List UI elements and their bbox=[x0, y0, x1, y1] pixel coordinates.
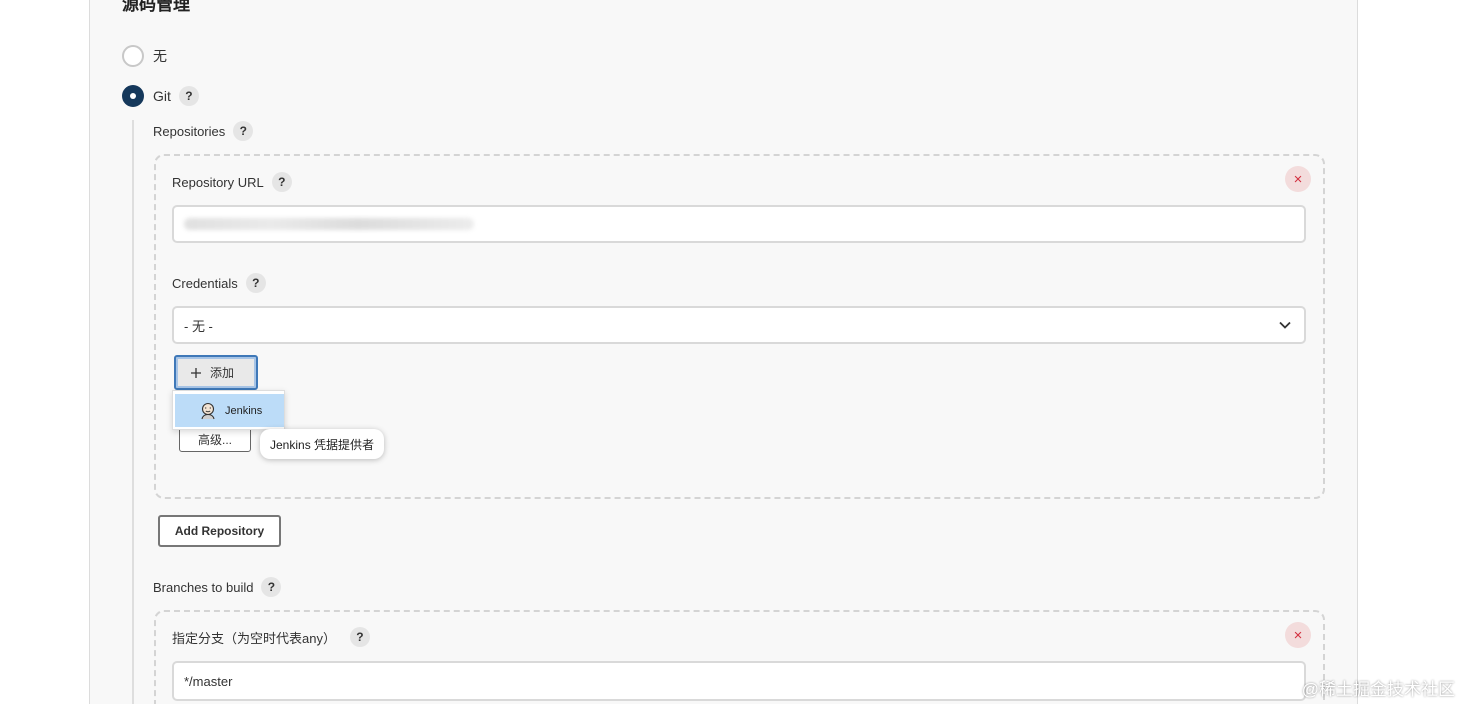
branches-help-icon[interactable]: ? bbox=[261, 577, 282, 597]
chevron-down-icon bbox=[1279, 321, 1291, 329]
add-credentials-dropdown: Jenkins bbox=[172, 390, 285, 430]
repository-url-help-icon[interactable]: ? bbox=[271, 172, 292, 192]
delete-branch-button[interactable]: × bbox=[1285, 622, 1311, 648]
repository-url-label-row: Repository URL ? bbox=[172, 172, 292, 192]
credentials-label-row: Credentials ? bbox=[172, 273, 266, 293]
dropdown-item-jenkins[interactable]: Jenkins bbox=[175, 394, 284, 427]
delete-repository-button[interactable]: × bbox=[1285, 166, 1311, 192]
credentials-select[interactable]: - 无 - bbox=[172, 306, 1306, 344]
scm-option-git-label: Git bbox=[153, 88, 171, 104]
add-repository-button[interactable]: Add Repository bbox=[158, 515, 281, 547]
dropdown-item-jenkins-label: Jenkins bbox=[225, 404, 263, 417]
repository-url-label: Repository URL bbox=[172, 174, 264, 190]
repository-url-input[interactable] bbox=[172, 205, 1306, 243]
scm-option-git[interactable]: Git ? bbox=[122, 85, 199, 107]
tooltip-text: Jenkins 凭据提供者 bbox=[270, 437, 375, 452]
radio-git[interactable] bbox=[122, 85, 144, 107]
branch-specifier-value: */master bbox=[184, 673, 233, 689]
git-help-icon[interactable]: ? bbox=[178, 86, 199, 106]
add-credentials-label: 添加 bbox=[210, 366, 235, 380]
radio-none[interactable] bbox=[122, 45, 144, 67]
credentials-selected-value: - 无 - bbox=[184, 318, 213, 334]
plus-icon bbox=[191, 367, 201, 378]
branch-specifier-input[interactable]: */master bbox=[172, 661, 1306, 701]
redacted-url-blur bbox=[184, 218, 474, 230]
repositories-help-icon[interactable]: ? bbox=[233, 121, 254, 141]
credentials-help-icon[interactable]: ? bbox=[245, 273, 266, 293]
credentials-label: Credentials bbox=[172, 275, 238, 291]
git-section-divider bbox=[132, 120, 134, 704]
branches-label: Branches to build bbox=[153, 579, 254, 595]
repositories-label: Repositories bbox=[153, 123, 226, 139]
watermark: @稀土掘金技术社区 bbox=[1301, 680, 1455, 699]
section-title: 源码管理 bbox=[122, 0, 190, 14]
branch-specifier-label-row: 指定分支（为空时代表any） ? bbox=[172, 627, 370, 647]
branch-specifier-help-icon[interactable]: ? bbox=[349, 627, 370, 647]
branch-specifier-label: 指定分支（为空时代表any） bbox=[172, 630, 336, 646]
branches-label-row: Branches to build ? bbox=[153, 577, 282, 597]
scm-option-none[interactable]: 无 bbox=[122, 45, 167, 67]
scm-option-none-label: 无 bbox=[153, 48, 167, 64]
add-repository-label: Add Repository bbox=[174, 524, 265, 538]
credentials-provider-tooltip: Jenkins 凭据提供者 bbox=[260, 429, 385, 459]
jenkins-icon bbox=[201, 402, 215, 419]
add-credentials-button[interactable]: 添加 bbox=[174, 355, 258, 390]
repositories-label-row: Repositories ? bbox=[153, 121, 254, 141]
advanced-button-label: 高级... bbox=[197, 432, 232, 447]
